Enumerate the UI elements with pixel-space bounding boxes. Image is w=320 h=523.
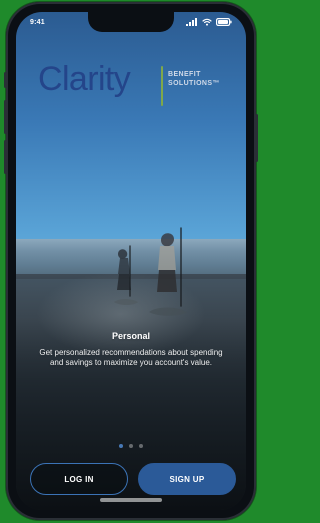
brand-divider [161, 66, 163, 106]
brand-subtitle: BENEFIT SOLUTIONS™ [168, 70, 220, 89]
paddleboarder-right [149, 227, 187, 316]
power-button [255, 114, 258, 162]
pagination-dots[interactable] [16, 444, 246, 448]
cellular-signal-icon [186, 18, 198, 26]
app-screen: 9:41 Clarity BENEFIT SOLUTIONS™ Personal… [16, 12, 246, 510]
home-indicator [100, 498, 162, 502]
volume-down-button [4, 140, 7, 174]
slide-title: Personal [111, 331, 151, 341]
silent-switch [4, 72, 7, 88]
pagination-dot-1[interactable] [119, 444, 123, 448]
onboarding-content: Personal Get personalized recommendation… [34, 331, 228, 368]
notch [88, 12, 174, 32]
phone-frame: 9:41 Clarity BENEFIT SOLUTIONS™ Personal… [4, 2, 258, 520]
brand-logo: Clarity BENEFIT SOLUTIONS™ [38, 56, 234, 116]
battery-icon [216, 18, 232, 26]
volume-up-button [4, 100, 7, 134]
status-icons [186, 18, 232, 26]
wifi-icon [202, 18, 212, 26]
pagination-dot-2[interactable] [129, 444, 133, 448]
login-button[interactable]: LOG IN [30, 463, 128, 495]
pagination-dot-3[interactable] [139, 444, 143, 448]
brand-name: Clarity [38, 60, 131, 98]
paddleboarder-left [114, 245, 138, 305]
signup-button[interactable]: SIGN UP [138, 463, 236, 495]
status-time: 9:41 [30, 19, 45, 26]
brand-subtitle-line-2: SOLUTIONS™ [168, 80, 220, 88]
slide-description: Get personalized recommendations about s… [39, 348, 223, 367]
brand-subtitle-line-1: BENEFIT [168, 71, 201, 78]
